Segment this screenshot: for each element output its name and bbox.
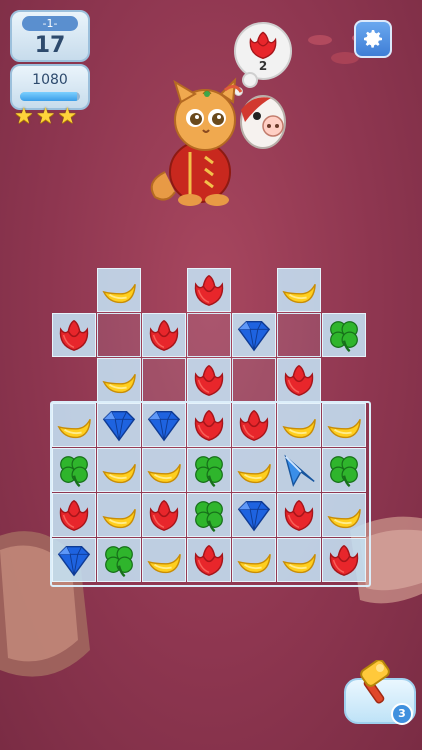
board-cell[interactable] (142, 403, 186, 447)
rose-piece-icon (145, 496, 183, 534)
board-cell[interactable] (52, 403, 96, 447)
board-cell[interactable] (322, 538, 366, 582)
board-cell[interactable] (277, 448, 321, 492)
rose-piece-icon (55, 496, 93, 534)
board-cell[interactable] (52, 493, 96, 537)
moves-counter: 17 (34, 33, 66, 58)
diamond-piece-icon (235, 316, 273, 354)
board-cell[interactable] (232, 403, 276, 447)
board-cell[interactable] (322, 493, 366, 537)
moon-piece-icon (100, 496, 138, 534)
clover-piece-icon (325, 451, 363, 489)
moon-piece-icon (280, 271, 318, 309)
moon-piece-icon (280, 406, 318, 444)
level-label: -1- (22, 16, 78, 31)
clover-piece-icon (190, 496, 228, 534)
clover-piece-icon (55, 451, 93, 489)
booster-count-badge: 3 (391, 703, 413, 725)
board-cell[interactable] (232, 538, 276, 582)
board-cell[interactable] (187, 358, 231, 402)
board-cell[interactable] (97, 493, 141, 537)
rose-piece-icon (325, 541, 363, 579)
diamond-piece-icon (235, 496, 273, 534)
board-cell[interactable] (277, 403, 321, 447)
hammer-icon (360, 660, 390, 704)
moon-piece-icon (325, 496, 363, 534)
rose-piece-icon (190, 406, 228, 444)
score-progress-bar (20, 92, 80, 101)
rose-piece-icon (280, 496, 318, 534)
moon-piece-icon (100, 271, 138, 309)
board-cell[interactable] (142, 313, 186, 357)
board-cell[interactable] (187, 493, 231, 537)
board-hole (142, 358, 186, 402)
rose-piece-icon (280, 361, 318, 399)
board-cell[interactable] (142, 538, 186, 582)
plane-piece-icon (280, 451, 318, 489)
board-cell[interactable] (232, 313, 276, 357)
board-hole (277, 313, 321, 357)
diamond-piece-icon (100, 406, 138, 444)
moon-piece-icon (235, 541, 273, 579)
star-icon: ★ (14, 104, 34, 129)
board-cell[interactable] (277, 493, 321, 537)
board-cell[interactable] (52, 448, 96, 492)
board-cell[interactable] (232, 493, 276, 537)
board-cell[interactable] (277, 538, 321, 582)
settings-button[interactable] (354, 20, 392, 58)
board-cell[interactable] (187, 403, 231, 447)
moon-piece-icon (145, 541, 183, 579)
board-cell[interactable] (97, 268, 141, 312)
moon-piece-icon (235, 451, 273, 489)
clover-piece-icon (100, 541, 138, 579)
diamond-piece-icon (145, 406, 183, 444)
rose-piece-icon (190, 361, 228, 399)
board-cell[interactable] (277, 358, 321, 402)
board-cell[interactable] (97, 538, 141, 582)
board-cell[interactable] (187, 448, 231, 492)
clover-piece-icon (190, 451, 228, 489)
board-cell[interactable] (232, 448, 276, 492)
board-cell[interactable] (97, 403, 141, 447)
board-cell[interactable] (187, 538, 231, 582)
board-cell[interactable] (52, 313, 96, 357)
diamond-piece-icon (55, 541, 93, 579)
moon-piece-icon (55, 406, 93, 444)
board-cell[interactable] (322, 448, 366, 492)
board-cell[interactable] (277, 268, 321, 312)
score-progress-fill (20, 92, 77, 101)
gear-icon (364, 30, 382, 48)
moon-piece-icon (280, 541, 318, 579)
board-cell[interactable] (322, 313, 366, 357)
score-value: 1080 (32, 72, 68, 88)
goal-count: 2 (258, 59, 268, 73)
board-hole (232, 358, 276, 402)
board-cell[interactable] (322, 403, 366, 447)
board-cell[interactable] (97, 358, 141, 402)
board-cell[interactable] (142, 493, 186, 537)
rose-piece-icon (235, 406, 273, 444)
star-rating: ★ ★ ★ (14, 106, 77, 128)
board-cell[interactable] (142, 448, 186, 492)
rose-piece-icon (190, 541, 228, 579)
moon-piece-icon (100, 451, 138, 489)
star-icon: ★ (35, 104, 56, 129)
board-hole (187, 313, 231, 357)
board-cell[interactable] (187, 268, 231, 312)
board-hole (97, 313, 141, 357)
rose-piece-icon (190, 271, 228, 309)
rose-piece-icon (145, 316, 183, 354)
clover-piece-icon (325, 316, 363, 354)
moon-piece-icon (145, 451, 183, 489)
moon-piece-icon (100, 361, 138, 399)
cat-mascot (150, 77, 286, 206)
rose-piece-icon (55, 316, 93, 354)
level-panel: -1- 17 (10, 10, 90, 62)
star-icon: ★ (57, 104, 78, 129)
moon-piece-icon (325, 406, 363, 444)
rose-goal-icon (249, 31, 277, 60)
board-cell[interactable] (52, 538, 96, 582)
board-cell[interactable] (97, 448, 141, 492)
